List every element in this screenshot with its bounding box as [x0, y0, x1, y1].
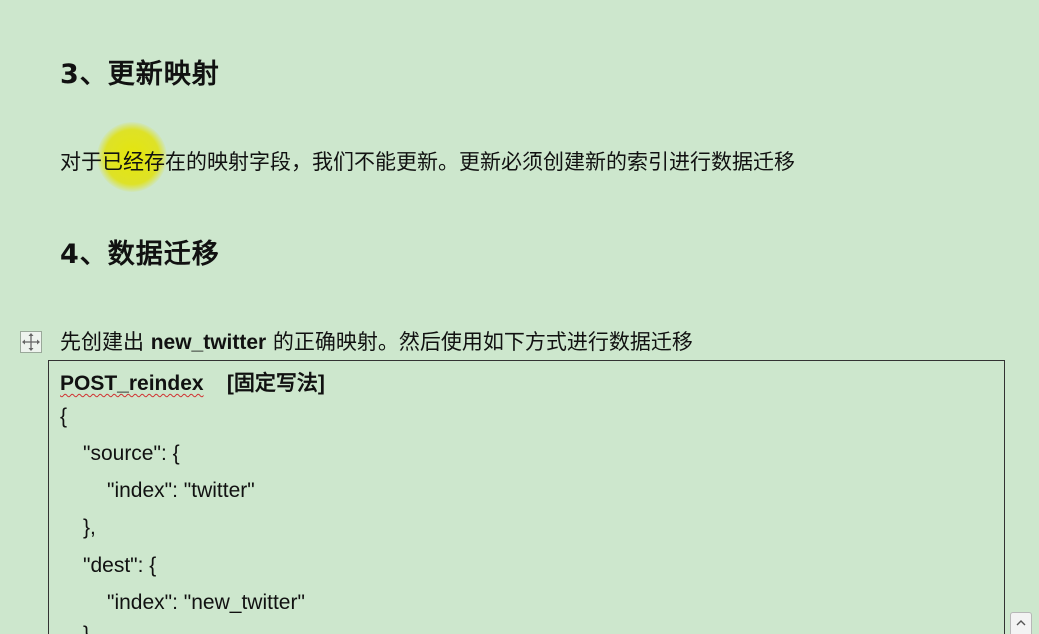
move-cross-icon[interactable] — [20, 331, 42, 353]
code-line: "dest": { — [83, 554, 156, 578]
code-line: "index": "new_twitter" — [107, 591, 305, 614]
code-line: }, — [83, 516, 96, 539]
code-request-line: POST_reindex [固定写法] — [60, 367, 325, 397]
document-page: 3、更新映射 对于已经存在的映射字段，我们不能更新。更新必须创建新的索引进行数据… — [0, 0, 1039, 634]
request-method-path: POST_reindex — [60, 372, 204, 395]
section-4-heading: 4、数据迁移 — [60, 239, 220, 270]
code-block: POST_reindex [固定写法] { "source": { "index… — [48, 360, 1005, 634]
code-line: "source": { — [83, 442, 180, 465]
scroll-button-icon[interactable] — [1010, 612, 1032, 634]
request-note: [固定写法] — [226, 372, 325, 395]
intro-bold-term: new_twitter — [150, 331, 267, 354]
code-line: } — [83, 623, 90, 634]
code-line: "index": "twitter" — [107, 479, 255, 502]
intro-text-after: 的正确映射。然后使用如下方式进行数据迁移 — [266, 330, 693, 354]
dest-key: "dest": { — [83, 554, 157, 577]
section-3-heading: 3、更新映射 — [60, 59, 220, 90]
code-line: { — [60, 405, 68, 428]
section-4-intro: 先创建出 new_twitter 的正确映射。然后使用如下方式进行数据迁移 — [60, 326, 693, 356]
intro-text-before: 先创建出 — [60, 330, 151, 354]
section-3-paragraph: 对于已经存在的映射字段，我们不能更新。更新必须创建新的索引进行数据迁移 — [60, 150, 795, 174]
